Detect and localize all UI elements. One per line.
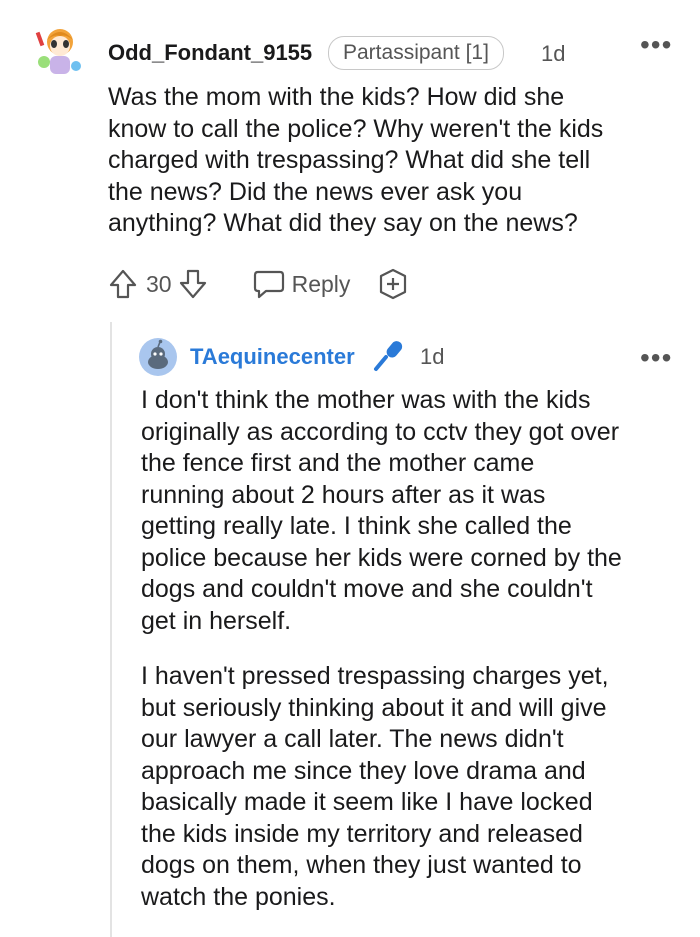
default-avatar-icon <box>139 338 177 376</box>
reply-paragraph-1: I don't think the mother was with the ki… <box>141 386 622 635</box>
reply-time: 1d <box>420 344 445 369</box>
reply-username[interactable]: TAequinecenter <box>190 344 355 370</box>
reply-icon <box>253 270 284 299</box>
comment-username[interactable]: Odd_Fondant_9155 <box>108 40 312 66</box>
more-options-icon[interactable]: ••• <box>640 31 672 59</box>
comment-body: Was the mom with the kids? How did she k… <box>108 83 604 237</box>
thread-line[interactable] <box>110 322 112 937</box>
upvote-icon[interactable] <box>108 268 138 300</box>
reply-button[interactable]: Reply <box>252 268 351 300</box>
comment-time: 1d <box>541 41 566 66</box>
reply-label: Reply <box>291 270 351 297</box>
user-flair: Partassipant [1] <box>328 36 504 70</box>
downvote-icon[interactable] <box>178 268 208 300</box>
award-icon[interactable] <box>376 267 410 301</box>
reply-paragraph-2: I haven't pressed trespassing charges ye… <box>141 662 609 911</box>
reply-avatar[interactable] <box>139 338 177 376</box>
snoo-avatar-icon <box>35 29 81 74</box>
reply-more-options-icon[interactable]: ••• <box>640 344 672 372</box>
comment-action-bar: 30 Reply <box>108 266 410 302</box>
vote-count: 30 <box>146 270 172 297</box>
avatar[interactable] <box>30 22 90 82</box>
microphone-icon <box>374 341 403 371</box>
